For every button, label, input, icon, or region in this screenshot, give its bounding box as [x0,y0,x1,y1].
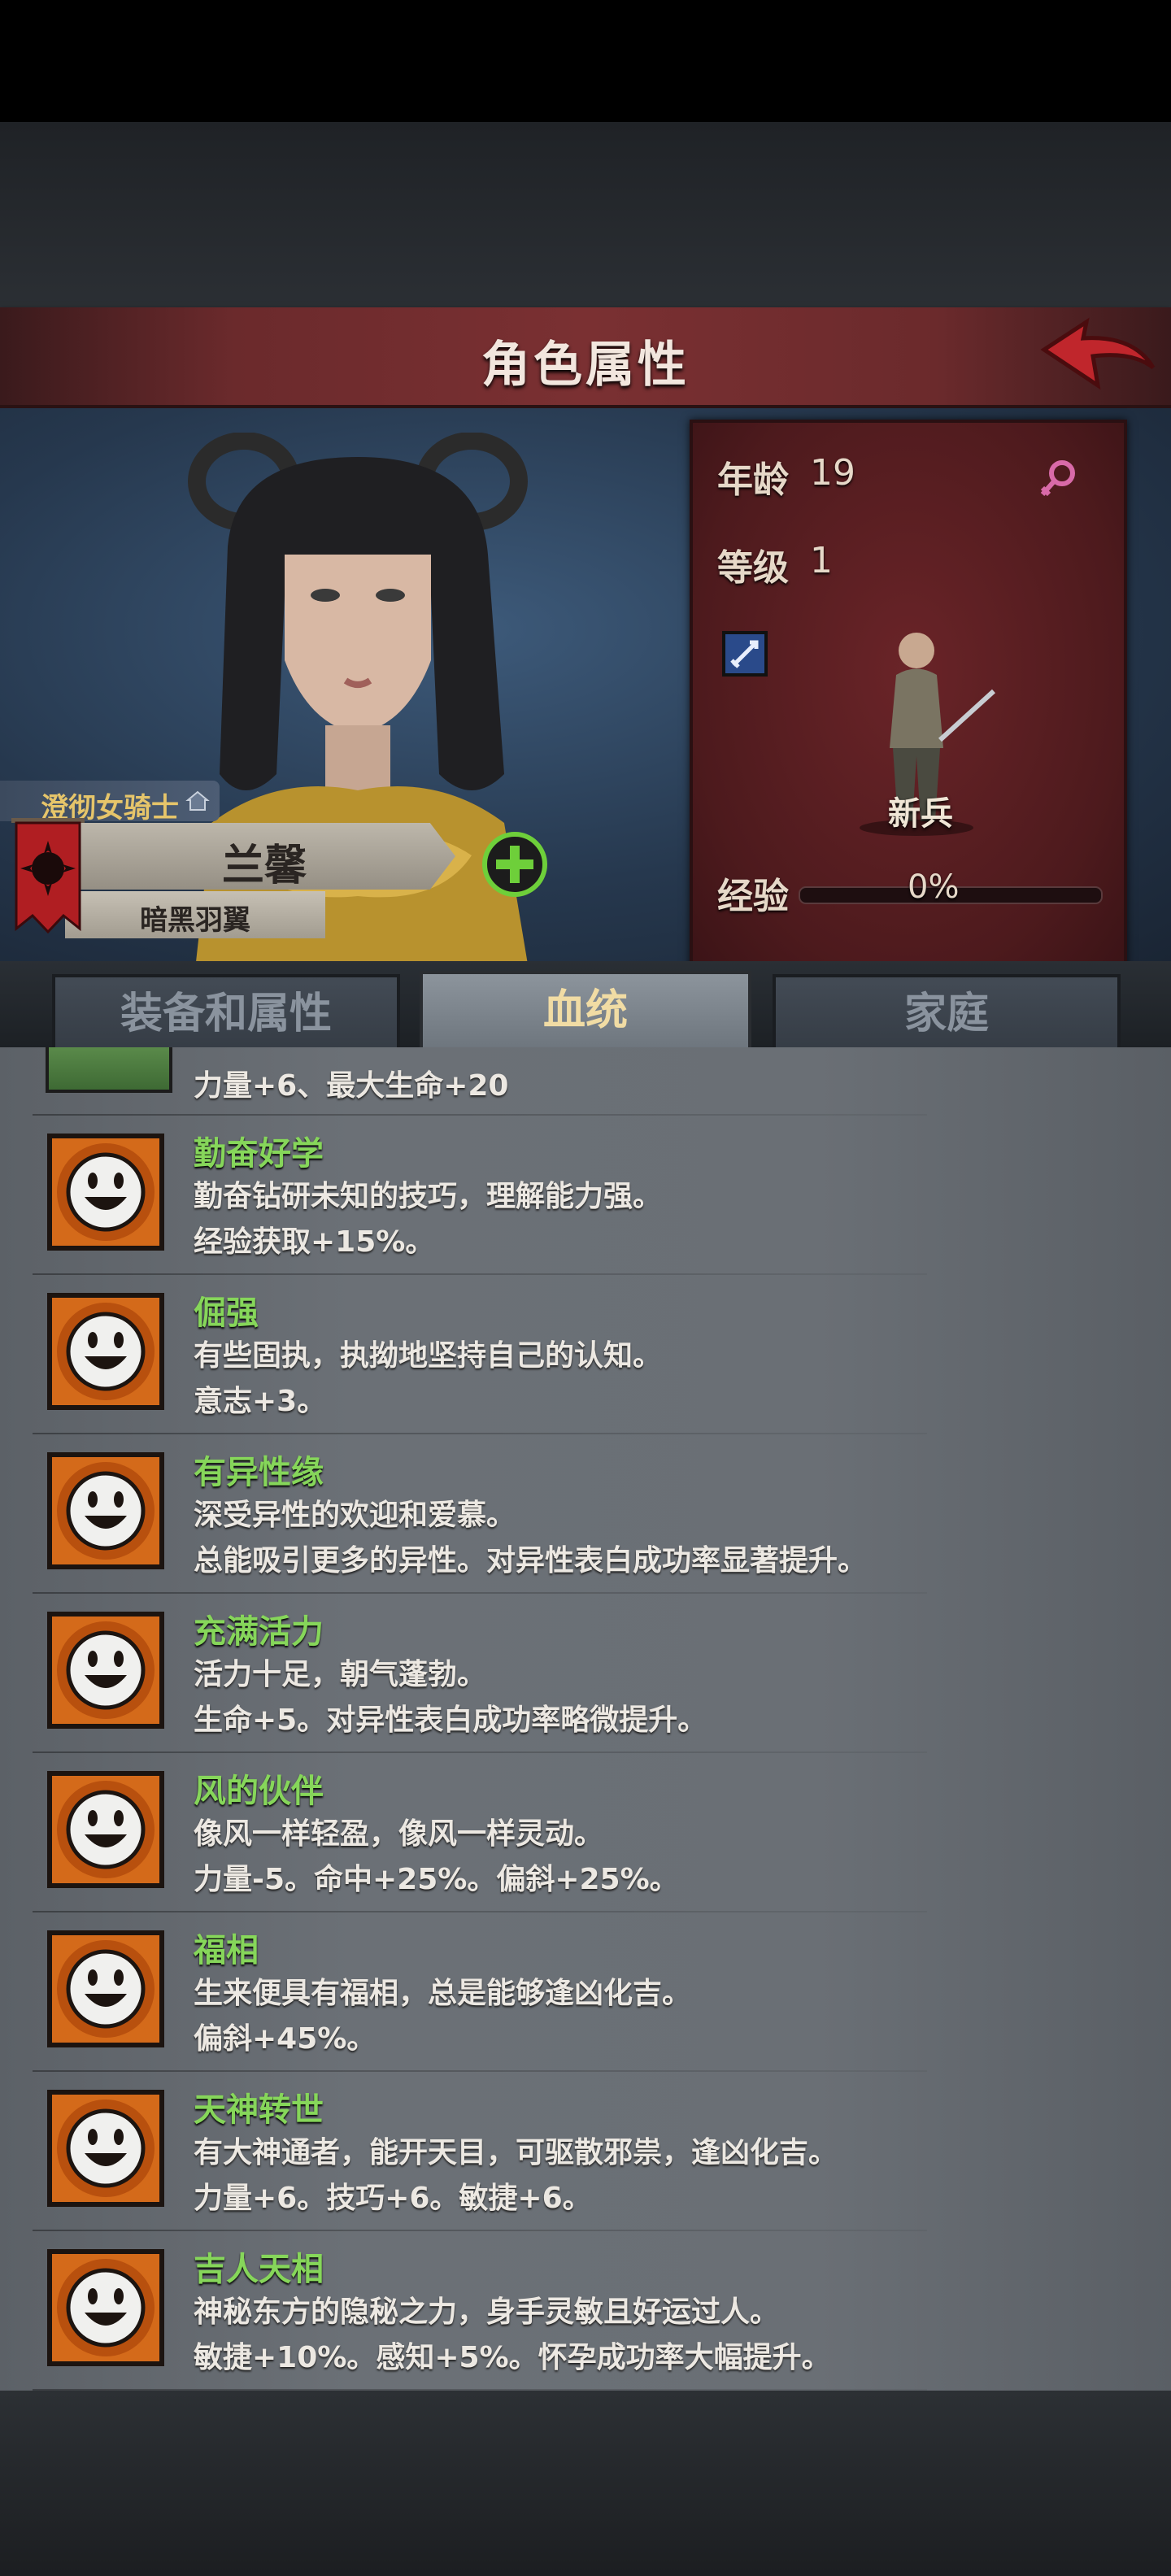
rank-label: 新兵 [888,795,953,833]
trait-name: 勤奋好学 [194,1135,324,1173]
female-symbol-icon [1040,460,1075,497]
trait-effect: 总能吸引更多的异性。对异性表白成功率显著提升。 [194,1544,868,1577]
trait-description: 神秘东方的隐秘之力，身手灵敏且好运过人。 [194,2295,780,2329]
trait-row: 天神转世有大神通者，能开天目，可驱散邪祟，逢凶化吉。 力量+6。技巧+6。敏捷+6… [0,2072,1171,2231]
smiley-trait-icon [47,1612,164,1729]
trait-effect: 偏斜+45%。 [194,2022,377,2056]
title-banner: 角色属性 [0,307,1171,408]
plus-icon[interactable] [481,831,548,898]
age-value: 19 [810,452,855,494]
status-area [0,0,1171,122]
sword-skill-icon[interactable] [722,631,768,677]
exp-value: 0% [908,868,960,906]
header-background [0,122,1171,309]
trait-list[interactable]: 力量+6、最大生命+20 勤奋好学勤奋钻研未知的技巧，理解能力强。 经验获取+15… [0,1047,1171,2391]
footer-background [0,2391,1171,2576]
trait-row: 福相生来便具有福相，总是能够逢凶化吉。 偏斜+45%。 [0,1912,1171,2072]
trait-description: 生来便具有福相，总是能够逢凶化吉。 [194,1977,692,2010]
trait-name: 有异性缘 [194,1454,324,1491]
guild-banner-icon [11,818,85,934]
exp-label: 经验 [717,876,789,917]
subtitle-plate: 暗黑羽翼 [65,891,325,938]
trait-row: 有异性缘深受异性的欢迎和爱慕。总能吸引更多的异性。对异性表白成功率显著提升。 [0,1434,1171,1594]
page-title: 角色属性 [481,337,690,394]
level-label: 等级 [717,547,789,589]
trait-name: 吉人天相 [194,2251,324,2288]
list-item: 力量+6、最大生命+20 [0,1047,1171,1116]
character-subtitle: 暗黑羽翼 [140,904,250,937]
trait-name: 倔强 [194,1295,259,1332]
trait-description: 有些固执，执拗地坚持自己的认知。 [194,1339,663,1373]
smiley-trait-icon [47,1452,164,1569]
smiley-trait-icon [47,2090,164,2207]
name-plate: 兰馨 [33,823,455,890]
smiley-trait-icon [47,1134,164,1251]
trait-description: 深受异性的欢迎和爱慕。 [194,1499,516,1532]
trait-effect: 力量+6。技巧+6。敏捷+6。 [194,2182,592,2215]
character-name: 兰馨 [221,842,307,890]
smiley-trait-icon [47,1293,164,1410]
trait-name: 充满活力 [194,1613,324,1651]
trait-effect: 经验获取+15%。 [194,1225,435,1259]
trait-row: 倔强有些固执，执拗地坚持自己的认知。 意志+3。 [0,1275,1171,1434]
smiley-trait-icon [47,2249,164,2366]
back-arrow-icon[interactable] [1036,317,1158,395]
trait-name: 天神转世 [194,2091,324,2129]
trait-effect: 力量-5。命中+25%。偏斜+25%。 [194,1863,679,1896]
trait-row: 风的伙伴像风一样轻盈，像风一样灵动。力量-5。命中+25%。偏斜+25%。 [0,1753,1171,1912]
stats-card: 年龄 19 等级 1 新兵 经验 0% [690,420,1127,979]
trait-effect: 生命+5。对异性表白成功率略微提升。 [194,1704,707,1737]
house-icon [185,790,210,811]
trait-effect: 意志+3。 [194,1385,327,1418]
trait-row: 吉人天相神秘东方的隐秘之力，身手灵敏且好运过人。敏捷+10%。感知+5%。怀孕成… [0,2231,1171,2391]
tab-bar: 装备和属性 血统 家庭 [0,961,1171,1055]
tab-equipment[interactable]: 装备和属性 [52,974,400,1054]
tab-bloodline[interactable]: 血统 [420,971,751,1055]
level-value: 1 [810,540,833,581]
trait-effect: 敏捷+10%。感知+5%。怀孕成功率大幅提升。 [194,2341,831,2374]
trait-row: 充满活力活力十足，朝气蓬勃。生命+5。对异性表白成功率略微提升。 [0,1594,1171,1753]
trait-description: 勤奋钻研未知的技巧，理解能力强。 [194,1180,663,1213]
trait-icon-partial [46,1047,172,1093]
trait-name: 福相 [194,1932,259,1969]
trait-description: 像风一样轻盈，像风一样灵动。 [194,1817,604,1851]
tab-family[interactable]: 家庭 [773,974,1121,1054]
smiley-trait-icon [47,1771,164,1888]
trait-effect: 力量+6、最大生命+20 [194,1069,509,1103]
trait-name: 风的伙伴 [194,1773,324,1810]
age-label: 年龄 [717,459,789,501]
smiley-trait-icon [47,1930,164,2047]
trait-row: 勤奋好学勤奋钻研未知的技巧，理解能力强。 经验获取+15%。 [0,1116,1171,1275]
trait-description: 有大神通者，能开天目，可驱散邪祟，逢凶化吉。 [194,2136,838,2169]
trait-description: 活力十足，朝气蓬勃。 [194,1658,487,1691]
